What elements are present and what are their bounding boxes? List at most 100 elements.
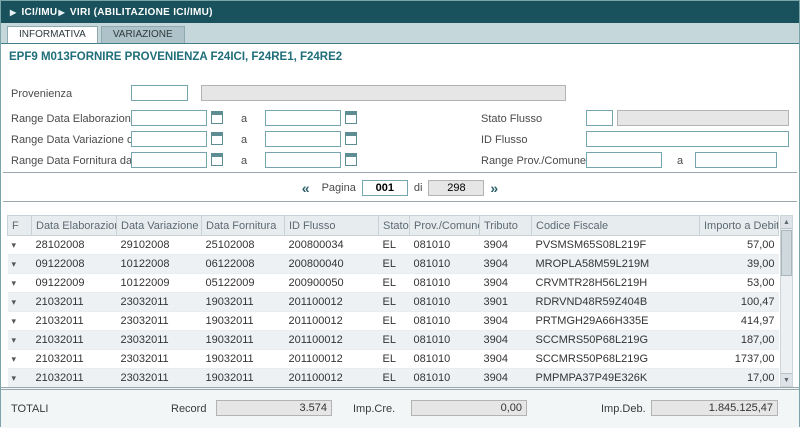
cell: 201100012 (285, 293, 379, 312)
row-expander-cell[interactable]: ▾ (8, 331, 32, 350)
imp-deb-total-field (651, 400, 778, 416)
column-header-importo-a-debito[interactable]: Importo a Debito (700, 216, 779, 236)
row-dropdown-icon[interactable]: ▾ (12, 259, 17, 269)
column-header-tributo[interactable]: Tributo (480, 216, 532, 236)
table-row[interactable]: ▾210320112303201119032011201100012EL0810… (8, 331, 779, 350)
pagina-label: Pagina (322, 182, 356, 194)
row-dropdown-icon[interactable]: ▾ (12, 316, 17, 326)
data-elaborazione-a-input[interactable] (265, 110, 341, 126)
data-fornitura-da-input[interactable] (131, 152, 207, 168)
data-variazione-da-input[interactable] (131, 131, 207, 147)
cell: 3904 (480, 331, 532, 350)
cell: PVSMSM65S08L219F (532, 236, 700, 255)
provenienza-label: Provenienza (11, 88, 72, 100)
scrollbar-thumb[interactable] (781, 230, 792, 276)
pagination: « Pagina di » (1, 174, 799, 201)
row-dropdown-icon[interactable]: ▾ (12, 335, 17, 345)
previous-page-button[interactable]: « (296, 180, 316, 196)
row-expander-cell[interactable]: ▾ (8, 293, 32, 312)
cell: 19032011 (202, 350, 285, 369)
column-header-stato[interactable]: Stato (379, 216, 410, 236)
breadcrumb-arrow-icon: ▶ (10, 8, 16, 17)
calendar-icon[interactable] (211, 153, 223, 166)
breadcrumb-item-ici-imu[interactable]: ICI/IMU (21, 7, 57, 18)
column-header-data-fornitura[interactable]: Data Fornitura (202, 216, 285, 236)
cell: 17,00 (700, 369, 779, 388)
scroll-up-icon[interactable]: ▲ (781, 216, 792, 229)
prov-comune-da-input[interactable] (586, 152, 662, 168)
imp-deb-label: Imp.Deb. (601, 403, 646, 415)
cell: 23032011 (117, 293, 202, 312)
calendar-icon[interactable] (211, 132, 223, 145)
row-dropdown-icon[interactable]: ▾ (12, 297, 17, 307)
calendar-icon[interactable] (345, 111, 357, 124)
cell: 19032011 (202, 293, 285, 312)
id-flusso-input[interactable] (586, 131, 789, 147)
cell: 21032011 (32, 331, 117, 350)
table-row[interactable]: ▾281020082910200825102008200800034EL0810… (8, 236, 779, 255)
row-dropdown-icon[interactable]: ▾ (12, 354, 17, 364)
tab-informativa[interactable]: INFORMATIVA (7, 26, 98, 43)
cell: 200900050 (285, 274, 379, 293)
calendar-icon[interactable] (211, 111, 223, 124)
provenienza-code-input[interactable] (131, 85, 188, 101)
cell: 06122008 (202, 255, 285, 274)
table-row[interactable]: ▾210320112303201119032011201100012EL0810… (8, 293, 779, 312)
row-expander-cell[interactable]: ▾ (8, 274, 32, 293)
data-variazione-a-input[interactable] (265, 131, 341, 147)
record-label: Record (171, 403, 206, 415)
column-header-f[interactable]: F (8, 216, 32, 236)
next-page-button[interactable]: » (484, 180, 504, 196)
column-header-id-flusso[interactable]: ID Flusso (285, 216, 379, 236)
data-elaborazione-da-input[interactable] (131, 110, 207, 126)
table-header-row: FData ElaborazioneData VariazioneData Fo… (8, 216, 779, 236)
prov-comune-a-input[interactable] (695, 152, 777, 168)
cell: 21032011 (32, 293, 117, 312)
stato-flusso-input[interactable] (586, 110, 613, 126)
row-expander-cell[interactable]: ▾ (8, 236, 32, 255)
tab-variazione[interactable]: VARIAZIONE (101, 26, 185, 43)
calendar-icon[interactable] (345, 132, 357, 145)
total-pages-field (428, 180, 484, 196)
cell: SCCMRS50P68L219G (532, 350, 700, 369)
row-expander-cell[interactable]: ▾ (8, 312, 32, 331)
cell: 201100012 (285, 369, 379, 388)
cell: 09122009 (32, 274, 117, 293)
stato-flusso-description-field (617, 110, 789, 126)
range-data-variazione-label: Range Data Variazione da (11, 134, 139, 146)
calendar-icon[interactable] (345, 153, 357, 166)
cell: 39,00 (700, 255, 779, 274)
cell: RDRVND48R59Z404B (532, 293, 700, 312)
cell: 081010 (410, 293, 480, 312)
cell: 57,00 (700, 236, 779, 255)
current-page-input[interactable] (362, 180, 408, 196)
table-row[interactable]: ▾210320112303201119032011201100012EL0810… (8, 369, 779, 388)
table-row[interactable]: ▾091220081012200806122008200800040EL0810… (8, 255, 779, 274)
table-row[interactable]: ▾210320112303201119032011201100012EL0810… (8, 312, 779, 331)
row-dropdown-icon[interactable]: ▾ (12, 278, 17, 288)
column-header-codice-fiscale[interactable]: Codice Fiscale (532, 216, 700, 236)
row-expander-cell[interactable]: ▾ (8, 350, 32, 369)
table-body: ▾281020082910200825102008200800034EL0810… (8, 236, 779, 388)
cell: 23032011 (117, 331, 202, 350)
row-expander-cell[interactable]: ▾ (8, 369, 32, 388)
data-fornitura-a-input[interactable] (265, 152, 341, 168)
column-header-data-elaborazione[interactable]: Data Elaborazione (32, 216, 117, 236)
cell: 3904 (480, 350, 532, 369)
column-header-prov-comune[interactable]: Prov./Comune (410, 216, 480, 236)
table-row[interactable]: ▾210320112303201119032011201100012EL0810… (8, 350, 779, 369)
cell: 19032011 (202, 369, 285, 388)
row-expander-cell[interactable]: ▾ (8, 255, 32, 274)
scroll-down-icon[interactable]: ▼ (781, 373, 792, 386)
column-header-data-variazione[interactable]: Data Variazione (117, 216, 202, 236)
row-dropdown-icon[interactable]: ▾ (12, 373, 17, 383)
cell: EL (379, 255, 410, 274)
row-dropdown-icon[interactable]: ▾ (12, 240, 17, 250)
breadcrumb: ▶ ICI/IMU ▶ VIRI (ABILITAZIONE ICI/IMU) (1, 1, 799, 23)
cell: 05122009 (202, 274, 285, 293)
vertical-scrollbar[interactable]: ▲ ▼ (780, 215, 793, 387)
di-label: di (414, 182, 423, 194)
cell: 19032011 (202, 312, 285, 331)
table-row[interactable]: ▾091220091012200905122009200900050EL0810… (8, 274, 779, 293)
stato-flusso-label: Stato Flusso (481, 113, 542, 125)
